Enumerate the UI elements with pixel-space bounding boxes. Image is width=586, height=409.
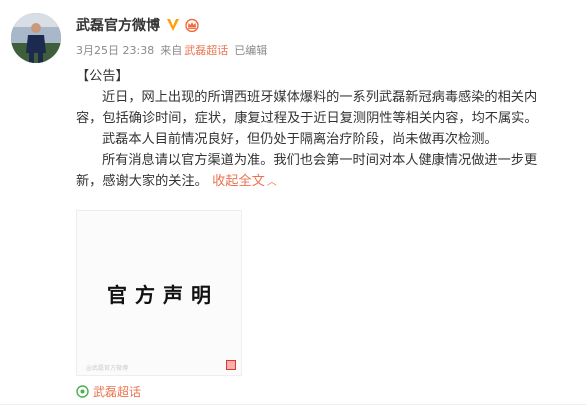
- collapse-text-link[interactable]: 收起全文 ︿: [212, 174, 277, 189]
- divider: [0, 404, 586, 405]
- super-topic-icon: [76, 385, 89, 398]
- official-statement-text: 官方声明: [107, 282, 219, 307]
- super-topic-label[interactable]: 武磊超话: [93, 383, 141, 400]
- post-meta: 3月25日 23:38 来自 武磊超话 已编辑: [76, 42, 267, 58]
- collapse-label[interactable]: 收起全文: [212, 174, 265, 189]
- post-header: 武磊官方微博 3月25日 23:38 来自 武磊超话 已编辑: [76, 16, 267, 58]
- super-topic-link[interactable]: 武磊超话: [76, 383, 141, 400]
- author-name[interactable]: 武磊官方微博: [76, 15, 160, 35]
- long-image-badge-icon: [226, 360, 236, 370]
- source-link[interactable]: 武磊超话: [184, 42, 228, 58]
- avatar[interactable]: [11, 13, 61, 63]
- edited-label[interactable]: 已编辑: [234, 42, 267, 58]
- post-timestamp[interactable]: 3月25日 23:38: [76, 42, 154, 58]
- paragraph-line: 容，包括确诊时间，症状，康复过程及于近日复测阴性等相关内容，均不属实。: [76, 111, 538, 126]
- paragraph-line: 近日，网上出现的所谓西班牙媒体爆料的一系列武磊新冠病毒感染的相关内: [102, 90, 538, 105]
- image-watermark: @武磊官方微博: [86, 365, 129, 372]
- chevron-up-icon[interactable]: ︿: [267, 172, 277, 193]
- paragraph-last-line: 新，感谢大家的关注。 收起全文 ︿: [76, 171, 576, 193]
- post-heading: 【公告】: [76, 69, 129, 84]
- paragraph-line: 新，感谢大家的关注。: [76, 174, 208, 189]
- member-crown-icon[interactable]: [184, 18, 200, 32]
- post-image[interactable]: 官方声明 @武磊官方微博: [76, 210, 242, 376]
- avatar-image: [11, 13, 61, 63]
- source-prefix: 来自: [160, 44, 183, 57]
- paragraph-line: 武磊本人目前情况良好，但仍处于隔离治疗阶段，尚未做再次检测。: [102, 132, 498, 147]
- verified-icon: [167, 19, 179, 31]
- paragraph-line: 所有消息请以官方渠道为准。我们也会第一时间对本人健康情况做进一步更: [102, 153, 538, 168]
- post-body: 【公告】 近日，网上出现的所谓西班牙媒体爆料的一系列武磊新冠病毒感染的相关内 容…: [76, 66, 576, 193]
